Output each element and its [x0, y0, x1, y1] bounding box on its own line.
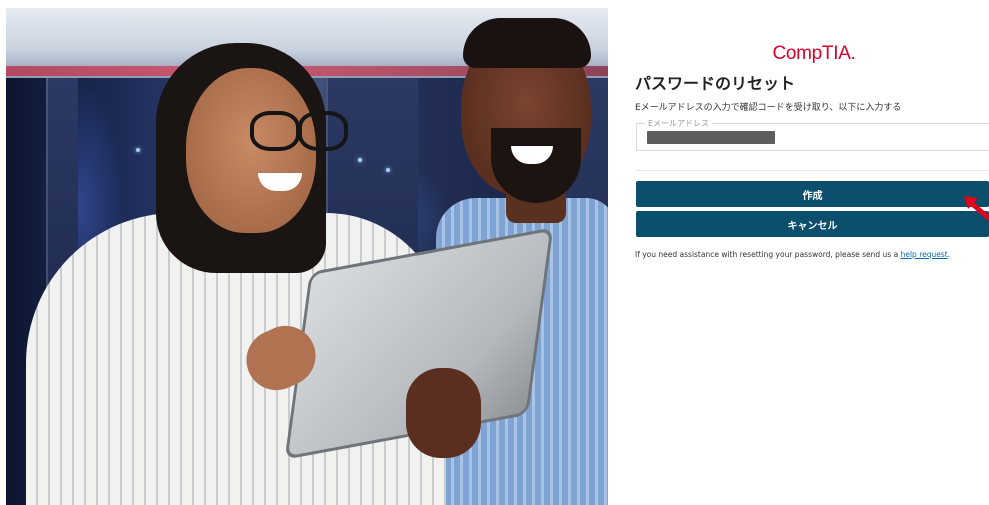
email-field[interactable]: Eメールアドレス — [636, 118, 989, 151]
server-light — [358, 158, 362, 162]
glasses-lens — [298, 111, 348, 151]
cancel-button[interactable]: キャンセル — [636, 211, 989, 237]
server-light — [386, 168, 390, 172]
help-text-body: If you need assistance with resetting yo… — [635, 250, 901, 259]
comptia-logo: CompTIA. — [772, 43, 856, 64]
divider — [635, 170, 989, 171]
woman-head — [186, 68, 316, 233]
create-button[interactable]: 作成 — [636, 181, 989, 207]
help-request-link[interactable]: help request — [901, 250, 948, 259]
hero-photo — [6, 8, 608, 505]
man-hand — [406, 368, 481, 458]
man-hair — [463, 18, 591, 68]
email-field-label: Eメールアドレス — [645, 118, 713, 129]
instructions-text: Eメールアドレスの入力で確認コードを受け取り、以下に入力する — [635, 103, 902, 113]
server-light — [136, 148, 140, 152]
help-text: If you need assistance with resetting yo… — [635, 250, 950, 259]
reset-password-panel: CompTIA. パスワードのリセット Eメールアドレスの入力で確認コードを受け… — [635, 0, 989, 505]
red-arrow-icon — [964, 196, 989, 222]
glasses-lens — [250, 111, 300, 151]
page-title: パスワードのリセット — [635, 74, 796, 93]
help-text-suffix: . — [947, 250, 951, 259]
redacted-email-value — [647, 131, 775, 144]
